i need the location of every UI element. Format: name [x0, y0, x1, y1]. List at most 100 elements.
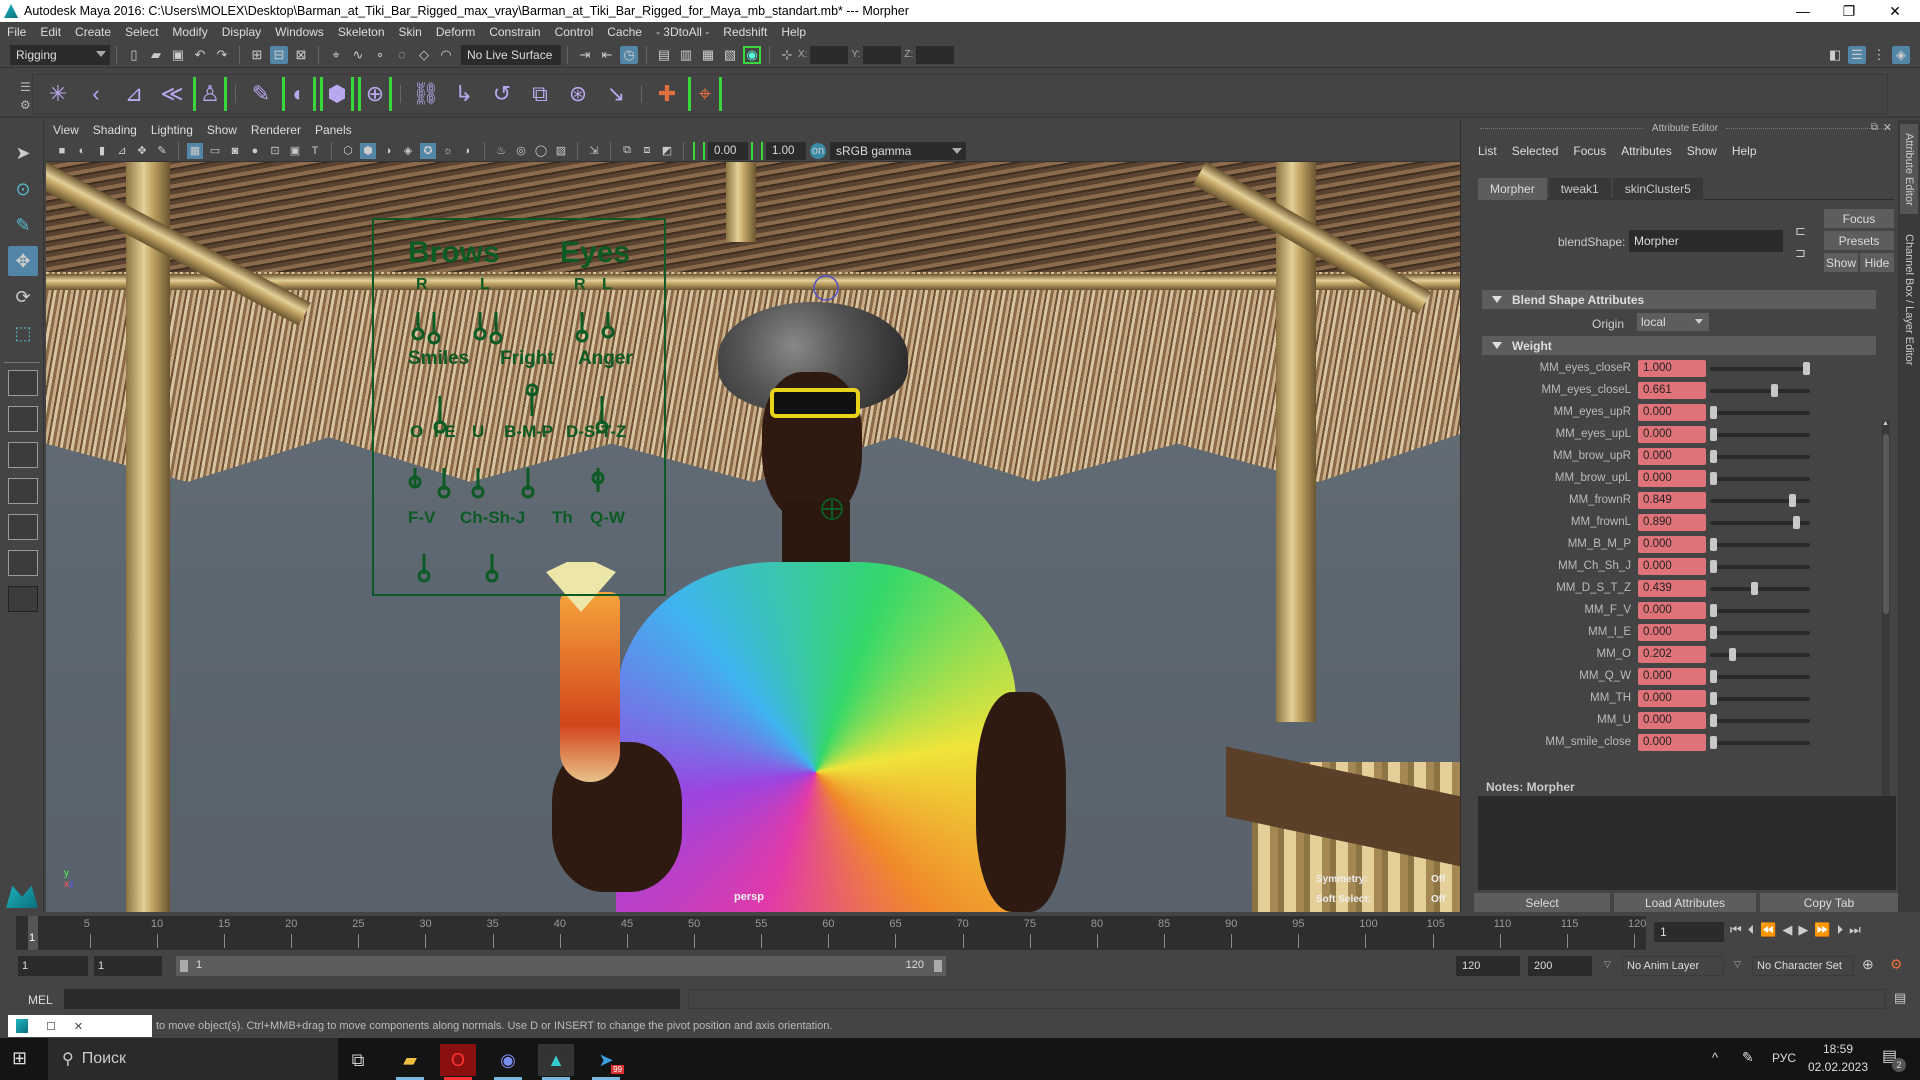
- weight-value-field[interactable]: 0.849: [1638, 492, 1706, 509]
- ae-menu-attributes[interactable]: Attributes: [1621, 144, 1672, 158]
- copy-tab-button[interactable]: Copy Tab: [1760, 893, 1898, 912]
- snap-curve-icon[interactable]: ∿: [349, 46, 367, 64]
- output-connections-icon[interactable]: ⊐: [1795, 245, 1806, 261]
- weight-value-field[interactable]: 0.661: [1638, 382, 1706, 399]
- viewport-persp[interactable]: Brows Eyes R L R L Smiles Fright Anger O…: [46, 162, 1460, 912]
- snap-view-plane-icon[interactable]: ◇: [415, 46, 433, 64]
- weight-slider[interactable]: [1710, 472, 1810, 485]
- tab-channel-box[interactable]: Channel Box / Layer Editor: [1900, 230, 1918, 370]
- live-surface-field[interactable]: No Live Surface: [461, 44, 561, 65]
- weight-slider-thumb[interactable]: [1710, 560, 1717, 573]
- safe-title-icon[interactable]: T: [307, 143, 323, 159]
- step-forward-frame-icon[interactable]: ⏵: [1837, 922, 1844, 938]
- x-field[interactable]: [810, 45, 849, 64]
- weight-slider[interactable]: [1710, 516, 1810, 529]
- character-set-dropdown[interactable]: No Character Set: [1752, 956, 1854, 976]
- z-field[interactable]: [916, 45, 955, 64]
- scroll-up-icon[interactable]: ▲: [1882, 420, 1890, 428]
- hypershade-persp-layout-icon[interactable]: [8, 514, 38, 540]
- play-backward-icon[interactable]: ◀: [1782, 922, 1792, 938]
- weight-slider-thumb[interactable]: [1710, 450, 1717, 463]
- blendshape-name-field[interactable]: Morpher: [1629, 230, 1783, 252]
- ae-menu-list[interactable]: List: [1478, 144, 1497, 158]
- undo-icon[interactable]: ↶: [191, 46, 209, 64]
- bookmark-icon[interactable]: ▮: [94, 143, 110, 159]
- select-hierarchy-icon[interactable]: ⊞: [248, 46, 266, 64]
- exposure-field[interactable]: 0.00: [708, 141, 748, 160]
- single-perspective-layout-icon[interactable]: [8, 370, 38, 396]
- image-plane-icon[interactable]: ⊿: [114, 143, 130, 159]
- step-back-frame-icon[interactable]: ⏴: [1748, 922, 1755, 938]
- snap-point-icon[interactable]: ∘: [371, 46, 389, 64]
- weight-value-field[interactable]: 0.000: [1638, 426, 1706, 443]
- menu-create[interactable]: Create: [68, 25, 118, 39]
- weight-slider[interactable]: [1710, 736, 1810, 749]
- input-ops-icon[interactable]: ⇥: [576, 46, 594, 64]
- weight-value-field[interactable]: 0.000: [1638, 734, 1706, 751]
- auto-key-icon[interactable]: ⊕: [1862, 956, 1874, 973]
- xray-joints-icon[interactable]: ◩: [659, 143, 675, 159]
- step-forward-key-icon[interactable]: ⏩: [1814, 922, 1830, 938]
- tool-settings-icon[interactable]: ⋮: [1870, 46, 1888, 64]
- rig-control-handle[interactable]: [489, 312, 503, 345]
- save-scene-icon[interactable]: ▣: [169, 46, 187, 64]
- range-end-handle[interactable]: [934, 960, 942, 972]
- weight-slider-thumb[interactable]: [1710, 604, 1717, 617]
- weight-slider-thumb[interactable]: [1710, 670, 1717, 683]
- weight-slider-thumb[interactable]: [1788, 494, 1796, 507]
- move-tool-icon[interactable]: ✥: [8, 246, 38, 276]
- viewport-menu-show[interactable]: Show: [200, 123, 244, 137]
- rig-control-handle[interactable]: [471, 468, 485, 499]
- snap-projected-center-icon[interactable]: ◌: [393, 46, 411, 64]
- weight-slider-thumb[interactable]: [1771, 384, 1779, 397]
- graph-persp-layout-icon[interactable]: [8, 478, 38, 504]
- weight-slider[interactable]: [1710, 560, 1810, 573]
- ae-menu-selected[interactable]: Selected: [1512, 144, 1559, 158]
- weight-value-field[interactable]: 0.000: [1638, 470, 1706, 487]
- tab-morpher[interactable]: Morpher: [1478, 178, 1547, 200]
- render-current-icon[interactable]: ▥: [677, 46, 695, 64]
- default-material-icon[interactable]: ◑: [380, 143, 396, 159]
- script-language-label[interactable]: MEL: [28, 993, 53, 1007]
- weight-value-field[interactable]: 0.000: [1638, 404, 1706, 421]
- float-panel-icon[interactable]: ⧉: [1871, 122, 1878, 133]
- isolate-select-icon[interactable]: ⇲: [586, 143, 602, 159]
- scrollbar-thumb[interactable]: [1883, 434, 1889, 614]
- pen-icon[interactable]: ✎: [1742, 1049, 1754, 1066]
- play-forward-icon[interactable]: ▶: [1798, 922, 1808, 938]
- shelf-settings-icon[interactable]: ⚙: [20, 98, 31, 112]
- playback-start-field[interactable]: 1: [94, 956, 162, 976]
- timeline-ruler[interactable]: 1 5 10 15 20 25 30 35 40 45 50 55 60 65 70 75 80 85 90 95 1…: [16, 916, 1646, 950]
- resolution-gate-icon[interactable]: ◙: [227, 143, 243, 159]
- show-hidden-icons-icon[interactable]: ^: [1712, 1050, 1718, 1065]
- rig-control-handle[interactable]: [591, 468, 605, 492]
- four-view-layout-icon[interactable]: [8, 406, 38, 432]
- focus-button[interactable]: Focus: [1824, 209, 1894, 228]
- cluster-icon[interactable]: ⊕: [358, 77, 392, 111]
- shelf-menu-icon[interactable]: ☰: [20, 80, 31, 94]
- weight-value-field[interactable]: 0.000: [1638, 558, 1706, 575]
- hypershade-icon[interactable]: ◉: [743, 45, 761, 64]
- script-editor-icon[interactable]: ▤: [1894, 990, 1906, 1006]
- weight-slider[interactable]: [1710, 450, 1810, 463]
- select-component-icon[interactable]: ⊠: [292, 46, 310, 64]
- menu-edit[interactable]: Edit: [33, 25, 68, 39]
- anti-aliasing-icon[interactable]: ◯: [533, 143, 549, 159]
- transform-constraint-icon[interactable]: ⊹: [778, 46, 796, 64]
- weight-slider[interactable]: [1710, 604, 1810, 617]
- camera-attributes-icon[interactable]: ◐: [74, 143, 90, 159]
- rig-control-handle[interactable]: [595, 396, 609, 434]
- select-button[interactable]: Select: [1474, 893, 1610, 912]
- weight-value-field[interactable]: 0.890: [1638, 514, 1706, 531]
- lasso-tool-icon[interactable]: ⊙: [8, 174, 38, 204]
- maximize-button[interactable]: ❐: [1826, 0, 1872, 22]
- shadows-icon[interactable]: ◗: [460, 143, 476, 159]
- step-back-key-icon[interactable]: ⏪: [1760, 922, 1776, 938]
- weight-slider[interactable]: [1710, 670, 1810, 683]
- taskbar-search[interactable]: ⚲ Поиск: [48, 1038, 338, 1080]
- weight-slider-thumb[interactable]: [1803, 362, 1810, 375]
- safe-action-icon[interactable]: ▣: [287, 143, 303, 159]
- weight-value-field[interactable]: 0.000: [1638, 668, 1706, 685]
- menu-display[interactable]: Display: [215, 25, 268, 39]
- menu-skeleton[interactable]: Skeleton: [331, 25, 392, 39]
